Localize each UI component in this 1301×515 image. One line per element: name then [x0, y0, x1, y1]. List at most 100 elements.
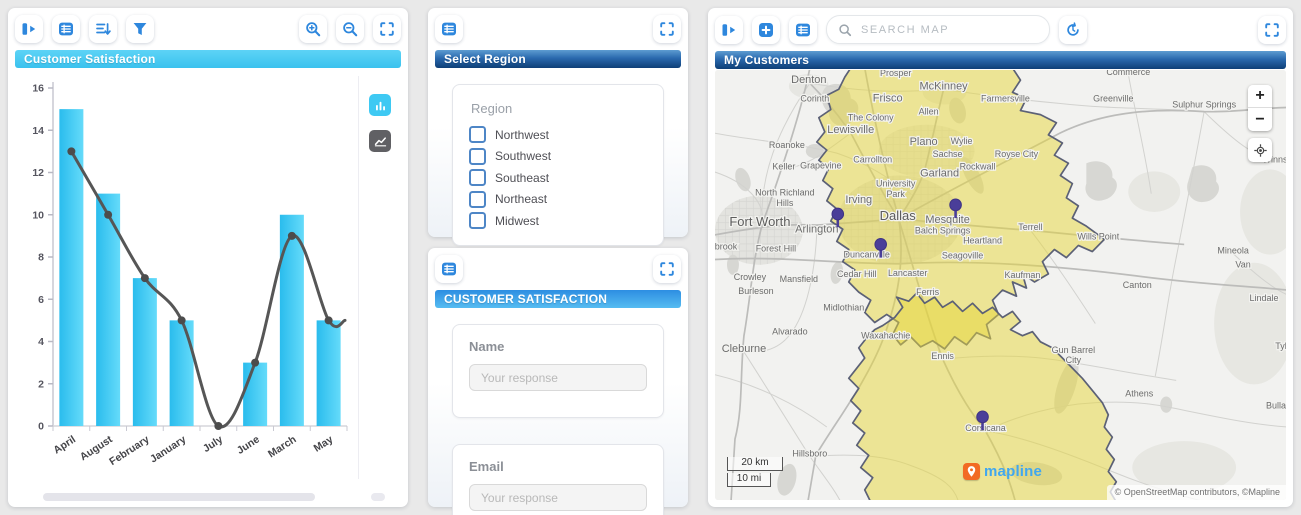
line-chart-toggle[interactable] — [369, 130, 391, 152]
sort-icon — [95, 21, 111, 37]
region-panel-title: Select Region — [444, 52, 526, 66]
y-axis-tick-label: 14 — [32, 125, 44, 137]
chart-type-toggles — [358, 76, 401, 479]
map-city-label: Hills — [776, 198, 793, 208]
y-axis-tick-label: 10 — [32, 209, 44, 221]
map-city-label: Rockwall — [960, 161, 996, 171]
map-city-label: Seagoville — [942, 251, 983, 261]
map-city-label: Roanoke — [769, 140, 805, 150]
region-option-label: Northwest — [495, 128, 549, 142]
map-city-label: Arlington — [795, 223, 838, 235]
map-attribution: © OpenStreetMap contributors, ©Mapline — [1107, 485, 1286, 500]
map-city-label: Farmersville — [981, 93, 1030, 103]
scale-km: 20 km — [727, 457, 783, 471]
region-option-label: Northeast — [495, 192, 547, 206]
fullscreen-button[interactable] — [373, 15, 401, 43]
name-field-label: Name — [469, 339, 647, 354]
fullscreen-icon — [659, 21, 675, 37]
region-option[interactable]: Midwest — [469, 212, 647, 229]
map-city-label: Forest Hill — [756, 243, 796, 253]
data-table-button[interactable] — [789, 16, 817, 44]
checkbox-icon[interactable] — [469, 148, 486, 165]
fullscreen-button[interactable] — [653, 255, 681, 283]
map-city-label: Garland — [920, 167, 959, 179]
checkbox-icon[interactable] — [469, 126, 486, 143]
map-city-label: Carrollton — [853, 154, 892, 164]
map-canvas[interactable]: DentonCorinthProsperMcKinneyFriscoThe Co… — [715, 70, 1286, 500]
map-city-label: Kaufman — [1004, 270, 1040, 280]
zoom-in-icon — [305, 21, 321, 37]
region-option[interactable]: Southeast — [469, 169, 647, 186]
search-icon — [838, 23, 852, 37]
fullscreen-icon — [1264, 22, 1280, 38]
data-table-button[interactable] — [52, 15, 80, 43]
chart-bar[interactable] — [280, 215, 304, 426]
map-panel-title: My Customers — [724, 53, 809, 67]
form-panel-header: CUSTOMER SATISFACTION — [435, 290, 681, 308]
zoom-in-button[interactable] — [299, 15, 327, 43]
map-city-label: North Richland — [755, 188, 814, 198]
map-locate-button[interactable] — [1248, 138, 1272, 162]
chart-bar[interactable] — [170, 320, 194, 426]
checkbox-icon[interactable] — [469, 191, 486, 208]
data-table-button[interactable] — [435, 15, 463, 43]
y-axis-tick-label: 4 — [38, 336, 44, 348]
filter-button[interactable] — [126, 15, 154, 43]
x-axis-category-label: July — [201, 433, 225, 455]
map-city-label: Balch Springs — [915, 225, 971, 235]
region-option-label: Midwest — [495, 214, 539, 228]
map-city-label: Midlothian — [823, 302, 864, 312]
mapline-dashboard: Customer Satisfaction 0246810121416April… — [0, 0, 1301, 515]
fullscreen-button[interactable] — [653, 15, 681, 43]
satisfaction-chart[interactable]: 0246810121416AprilAugustFebruaryJanuaryJ… — [15, 74, 361, 476]
map-zoom-out-button[interactable]: − — [1248, 108, 1272, 131]
region-option[interactable]: Northeast — [469, 191, 647, 208]
expand-panel-button[interactable] — [715, 16, 743, 44]
checkbox-icon[interactable] — [469, 212, 486, 229]
map-city-label: Fort Worth — [729, 214, 790, 229]
chart-bar[interactable] — [317, 320, 341, 426]
map-search-input[interactable] — [859, 23, 1038, 37]
chart-scrollbar[interactable] — [15, 493, 401, 501]
name-field[interactable] — [469, 364, 647, 391]
map-search — [826, 15, 1050, 44]
bar-chart-icon — [373, 98, 388, 113]
fullscreen-button[interactable] — [1258, 16, 1286, 44]
map-city-label: City — [1066, 355, 1082, 365]
region-option[interactable]: Southwest — [469, 148, 647, 165]
map-city-label: Canton — [1123, 280, 1152, 290]
form-panel: CUSTOMER SATISFACTION Name Email — [428, 248, 688, 507]
map-city-label: Waxahachie — [861, 331, 910, 341]
expand-panel-button[interactable] — [15, 15, 43, 43]
map-city-label: Denton — [791, 74, 826, 86]
zoom-out-button[interactable] — [336, 15, 364, 43]
scrollbar-nub[interactable] — [371, 493, 385, 501]
chart-point — [67, 147, 75, 155]
bar-chart-toggle[interactable] — [369, 94, 391, 116]
form-panel-title: CUSTOMER SATISFACTION — [444, 292, 607, 306]
map-city-label: Mineola — [1217, 245, 1249, 255]
chart-panel-toolbar — [8, 8, 408, 47]
data-table-button[interactable] — [435, 255, 463, 283]
chart-bar[interactable] — [133, 278, 157, 426]
sort-button[interactable] — [89, 15, 117, 43]
add-button[interactable] — [752, 16, 780, 44]
region-option[interactable]: Northwest — [469, 126, 647, 143]
chart-panel-header: Customer Satisfaction — [15, 50, 401, 68]
map-city-label: McKinney — [920, 80, 969, 92]
map-city-label: Lindale — [1250, 293, 1279, 303]
chart-bar[interactable] — [59, 109, 83, 426]
map-zoom-in-button[interactable]: + — [1248, 85, 1272, 108]
map-city-label: Keller — [772, 161, 795, 171]
map-city-label: Burleson — [738, 286, 773, 296]
reset-view-button[interactable] — [1059, 16, 1087, 44]
table-icon — [441, 21, 457, 37]
name-field-card: Name — [452, 324, 664, 418]
fullscreen-icon — [659, 261, 675, 277]
scrollbar-thumb[interactable] — [43, 493, 315, 501]
map-svg[interactable]: DentonCorinthProsperMcKinneyFriscoThe Co… — [715, 70, 1286, 500]
checkbox-icon[interactable] — [469, 169, 486, 186]
map-city-label: Corsicana — [965, 423, 1006, 433]
email-field[interactable] — [469, 484, 647, 511]
chart-bar[interactable] — [243, 363, 267, 426]
